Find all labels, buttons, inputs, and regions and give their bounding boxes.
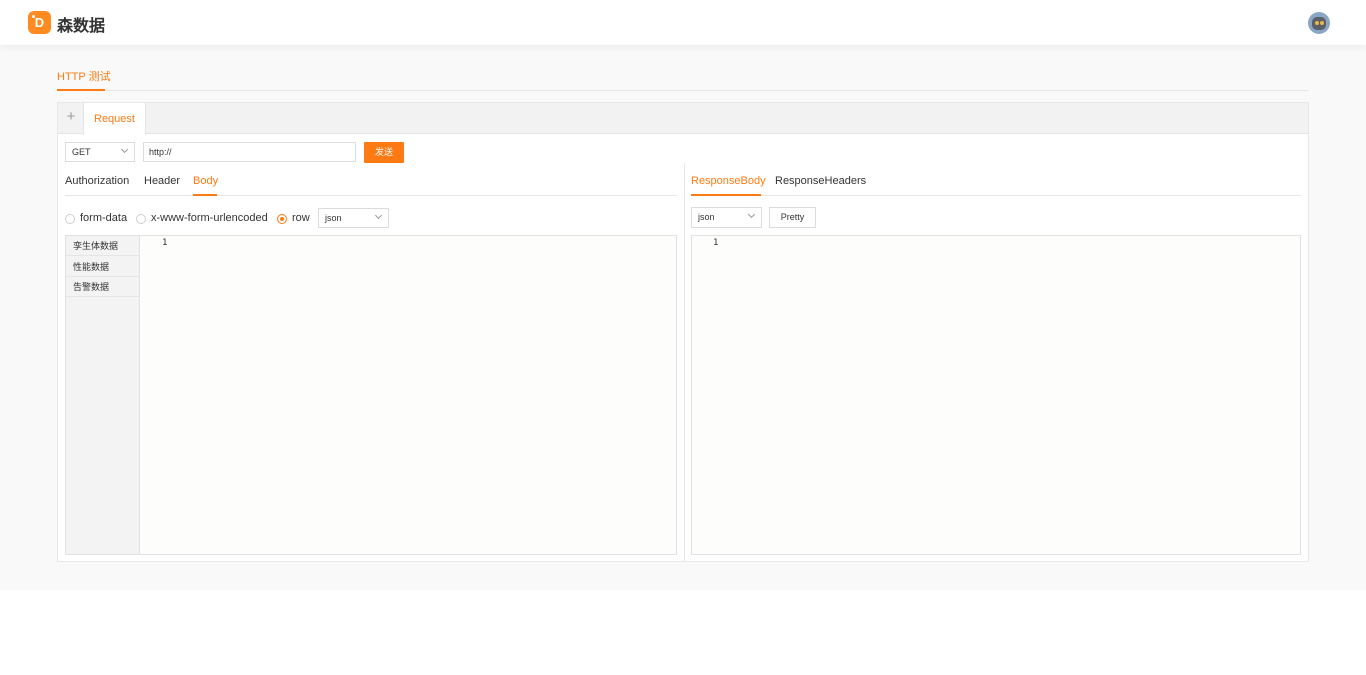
url-input[interactable]: http://	[143, 142, 356, 162]
radio-row-label[interactable]: row	[292, 212, 310, 224]
send-button[interactable]: 发送	[364, 142, 404, 163]
response-body-tab-indicator	[691, 194, 761, 196]
row-format-value: json	[325, 213, 342, 223]
template-item-twin-data[interactable]: 孪生体数据	[66, 236, 140, 256]
http-test-panel: + Request GET http:// 发送 Authorization H…	[57, 102, 1309, 562]
chevron-down-icon	[747, 210, 756, 219]
radio-urlencoded[interactable]	[136, 214, 146, 224]
add-tab-icon[interactable]: +	[64, 109, 78, 125]
user-avatar-icon[interactable]	[1308, 12, 1330, 34]
pretty-button[interactable]: Pretty	[769, 207, 816, 228]
tab-header[interactable]: Header	[144, 175, 180, 187]
tab-authorization[interactable]: Authorization	[65, 175, 129, 187]
tab-response-body[interactable]: ResponseBody	[691, 175, 766, 187]
request-subtab-divider	[65, 195, 677, 196]
response-format-value: json	[698, 212, 715, 222]
line-number: 1	[162, 238, 168, 248]
tab-response-headers[interactable]: ResponseHeaders	[775, 175, 866, 187]
radio-form-data-label[interactable]: form-data	[80, 212, 127, 224]
chevron-down-icon	[120, 145, 129, 154]
row-format-select[interactable]: json	[318, 208, 389, 228]
nav-divider	[57, 90, 1309, 91]
request-body-editor[interactable]: 孪生体数据 性能数据 告警数据 1	[65, 235, 677, 555]
chevron-down-icon	[374, 211, 383, 220]
response-subtab-divider	[691, 195, 1301, 196]
brand-name: 森数据	[57, 18, 106, 35]
template-item-performance-data[interactable]: 性能数据	[66, 257, 140, 277]
response-body-viewer[interactable]: 1	[691, 235, 1301, 555]
tab-body[interactable]: Body	[193, 175, 218, 187]
template-sidebar: 孪生体数据 性能数据 告警数据	[66, 236, 140, 554]
line-number: 1	[713, 238, 719, 248]
radio-form-data[interactable]	[65, 214, 75, 224]
method-select[interactable]: GET	[65, 142, 135, 162]
top-bar: D 森数据	[0, 0, 1366, 45]
nav-active-indicator	[57, 89, 105, 91]
response-format-select[interactable]: json	[691, 207, 762, 228]
tab-http-test[interactable]: HTTP 测试	[57, 68, 111, 84]
pane-divider	[684, 163, 685, 561]
radio-row[interactable]	[277, 214, 287, 224]
method-value: GET	[72, 147, 91, 157]
template-item-alarm-data[interactable]: 告警数据	[66, 277, 140, 297]
request-tab-strip: + Request	[58, 103, 1308, 135]
radio-urlencoded-label[interactable]: x-www-form-urlencoded	[151, 212, 268, 224]
body-tab-indicator	[193, 194, 217, 196]
tab-request[interactable]: Request	[83, 103, 146, 135]
logo-icon: D	[28, 11, 51, 34]
